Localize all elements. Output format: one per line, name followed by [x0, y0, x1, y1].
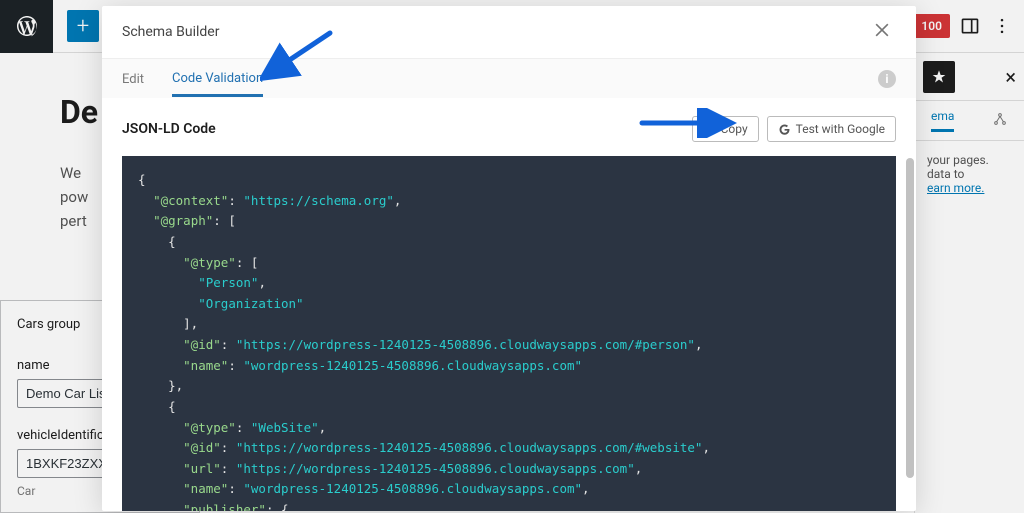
modal-scrollbar[interactable]	[904, 158, 916, 511]
test-google-button[interactable]: Test with Google	[767, 116, 896, 142]
jsonld-code-block[interactable]: { "@context": "https://schema.org", "@gr…	[122, 156, 896, 511]
tab-edit[interactable]: Edit	[122, 72, 144, 95]
google-icon	[778, 123, 791, 136]
copy-button[interactable]: Copy	[692, 116, 759, 142]
schema-builder-modal: Schema Builder Edit Code Validation i JS…	[102, 6, 916, 511]
modal-title: Schema Builder	[122, 24, 219, 40]
modal-close-icon[interactable]	[868, 16, 896, 49]
info-icon[interactable]: i	[878, 70, 896, 88]
copy-button-label: Copy	[721, 122, 748, 136]
modal-tabrow: Edit Code Validation i	[102, 58, 916, 98]
code-section-title: JSON-LD Code	[122, 121, 216, 137]
test-button-label: Test with Google	[796, 122, 885, 136]
copy-icon	[703, 123, 716, 136]
tab-code-validation[interactable]: Code Validation	[172, 71, 263, 97]
scrollbar-thumb[interactable]	[906, 158, 914, 478]
